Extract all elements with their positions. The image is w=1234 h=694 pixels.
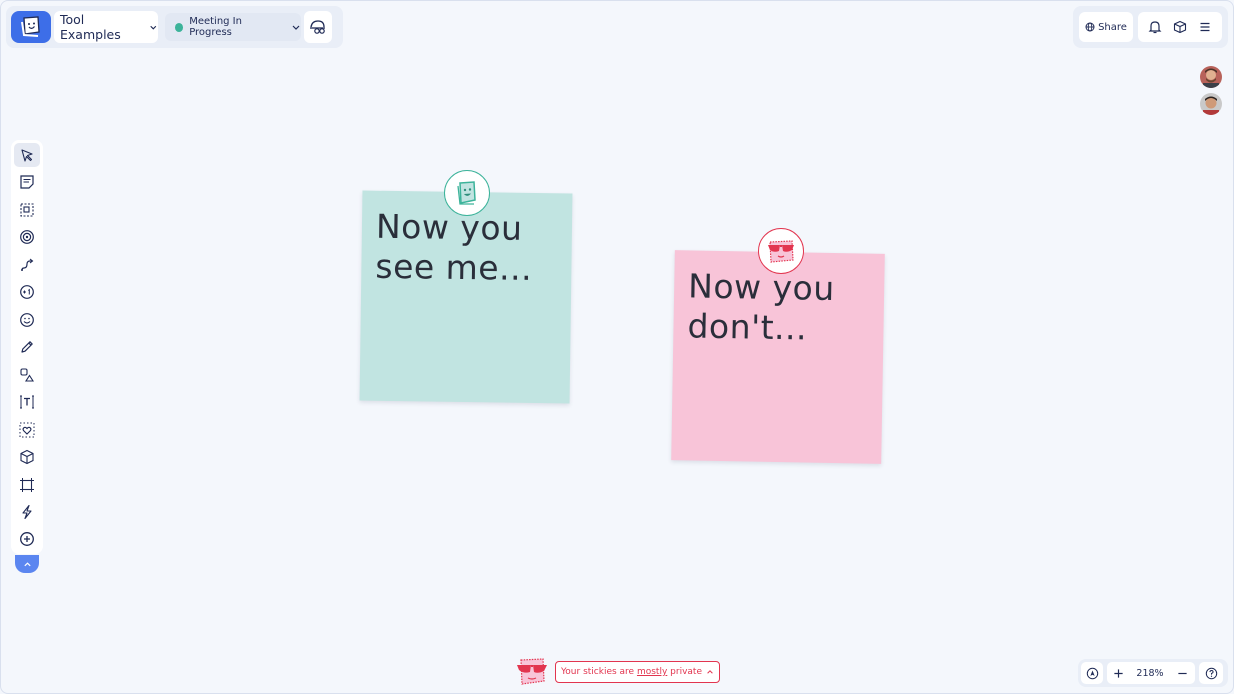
select-tool[interactable] (14, 143, 40, 167)
chevron-up-icon (707, 670, 713, 674)
sticky-author-badge (758, 228, 804, 274)
shapes-icon (20, 368, 35, 382)
private-mode-button[interactable]: Your stickies are mostly private (555, 661, 720, 683)
private-mascot (516, 657, 548, 687)
stamp-icon (20, 230, 34, 244)
mascot-icon (457, 181, 476, 205)
board-menu-button[interactable]: Tool Examples (54, 11, 158, 43)
meeting-status-button[interactable]: Meeting In Progress (165, 13, 301, 41)
avatar[interactable] (1200, 93, 1222, 115)
reaction-area-tool[interactable] (14, 418, 40, 442)
sticky-note-text: Now you don't... (687, 266, 836, 348)
cube-icon (20, 449, 34, 465)
frame-icon (20, 478, 34, 492)
sticky-note[interactable]: Now you don't... (671, 250, 885, 464)
globe-icon (1085, 22, 1095, 32)
avatar[interactable] (1200, 66, 1222, 88)
app-logo[interactable] (11, 11, 51, 43)
sticky-note-icon (20, 175, 34, 189)
sticky-note-tool[interactable] (14, 170, 40, 194)
question-icon (1205, 667, 1217, 679)
logo-mascot-icon (21, 16, 40, 37)
sticky-author-badge (444, 170, 490, 216)
left-toolbar (11, 140, 43, 554)
more-tools[interactable] (14, 527, 40, 551)
frame-tool[interactable] (14, 473, 40, 497)
navigate-button[interactable] (1081, 662, 1103, 684)
share-label: Share (1098, 21, 1127, 33)
area-tool[interactable] (14, 198, 40, 222)
connector-icon (21, 258, 34, 271)
zoom-in-button[interactable] (1107, 668, 1129, 679)
top-right-bar: Share (1073, 6, 1228, 48)
text-icon (20, 395, 34, 409)
templates-box-icon[interactable] (1169, 16, 1191, 38)
top-left-bar: Tool Examples Meeting In Progress (6, 6, 343, 48)
smiley-icon (20, 313, 34, 327)
compass-icon (1086, 667, 1098, 679)
toolbar-collapse-button[interactable] (15, 555, 39, 573)
sticky-note[interactable]: Now you see me... (359, 190, 573, 404)
pen-tool[interactable] (14, 335, 40, 359)
plus-circle-icon (20, 532, 34, 546)
heart-frame-icon (19, 422, 35, 438)
share-button[interactable]: Share (1079, 12, 1133, 42)
sticky-note-text: Now you see me... (375, 206, 533, 288)
bell-icon[interactable] (1144, 16, 1166, 38)
lightning-icon (22, 504, 32, 520)
stamp-tool[interactable] (14, 225, 40, 249)
pencil-icon (21, 341, 33, 353)
hamburger-menu-icon[interactable] (1194, 16, 1216, 38)
chevron-down-icon (150, 25, 157, 30)
window-frame (0, 0, 1234, 694)
status-dot (175, 22, 184, 32)
help-button[interactable] (1199, 662, 1223, 684)
zoom-level[interactable]: 218% (1129, 668, 1171, 679)
meeting-status-label: Meeting In Progress (189, 16, 242, 38)
plus-one-icon (20, 285, 34, 299)
zoom-group: 218% (1107, 662, 1195, 684)
observer-icon (310, 20, 325, 34)
observer-mode-button[interactable] (304, 11, 332, 43)
chevron-down-icon (292, 25, 300, 30)
board-name: Tool Examples (60, 12, 121, 42)
top-right-icons (1138, 12, 1222, 42)
private-mascot-icon (768, 240, 794, 263)
zoom-out-button[interactable] (1171, 668, 1193, 679)
text-tool[interactable] (14, 390, 40, 414)
connector-tool[interactable] (14, 253, 40, 277)
minus-icon (1177, 672, 1187, 674)
cursor-icon (21, 149, 33, 162)
integrations-tool[interactable] (14, 500, 40, 524)
privacy-text: Your stickies are mostly private (561, 667, 702, 677)
chevron-up-icon (23, 561, 31, 566)
shapes-tool[interactable] (14, 363, 40, 387)
vote-tool[interactable] (14, 280, 40, 304)
plus-icon (1113, 668, 1123, 678)
area-select-icon (20, 203, 34, 217)
emoji-tool[interactable] (14, 308, 40, 332)
private-mascot-icon (517, 658, 547, 685)
templates-tool[interactable] (14, 445, 40, 469)
zoom-controls: 218% (1078, 659, 1228, 687)
